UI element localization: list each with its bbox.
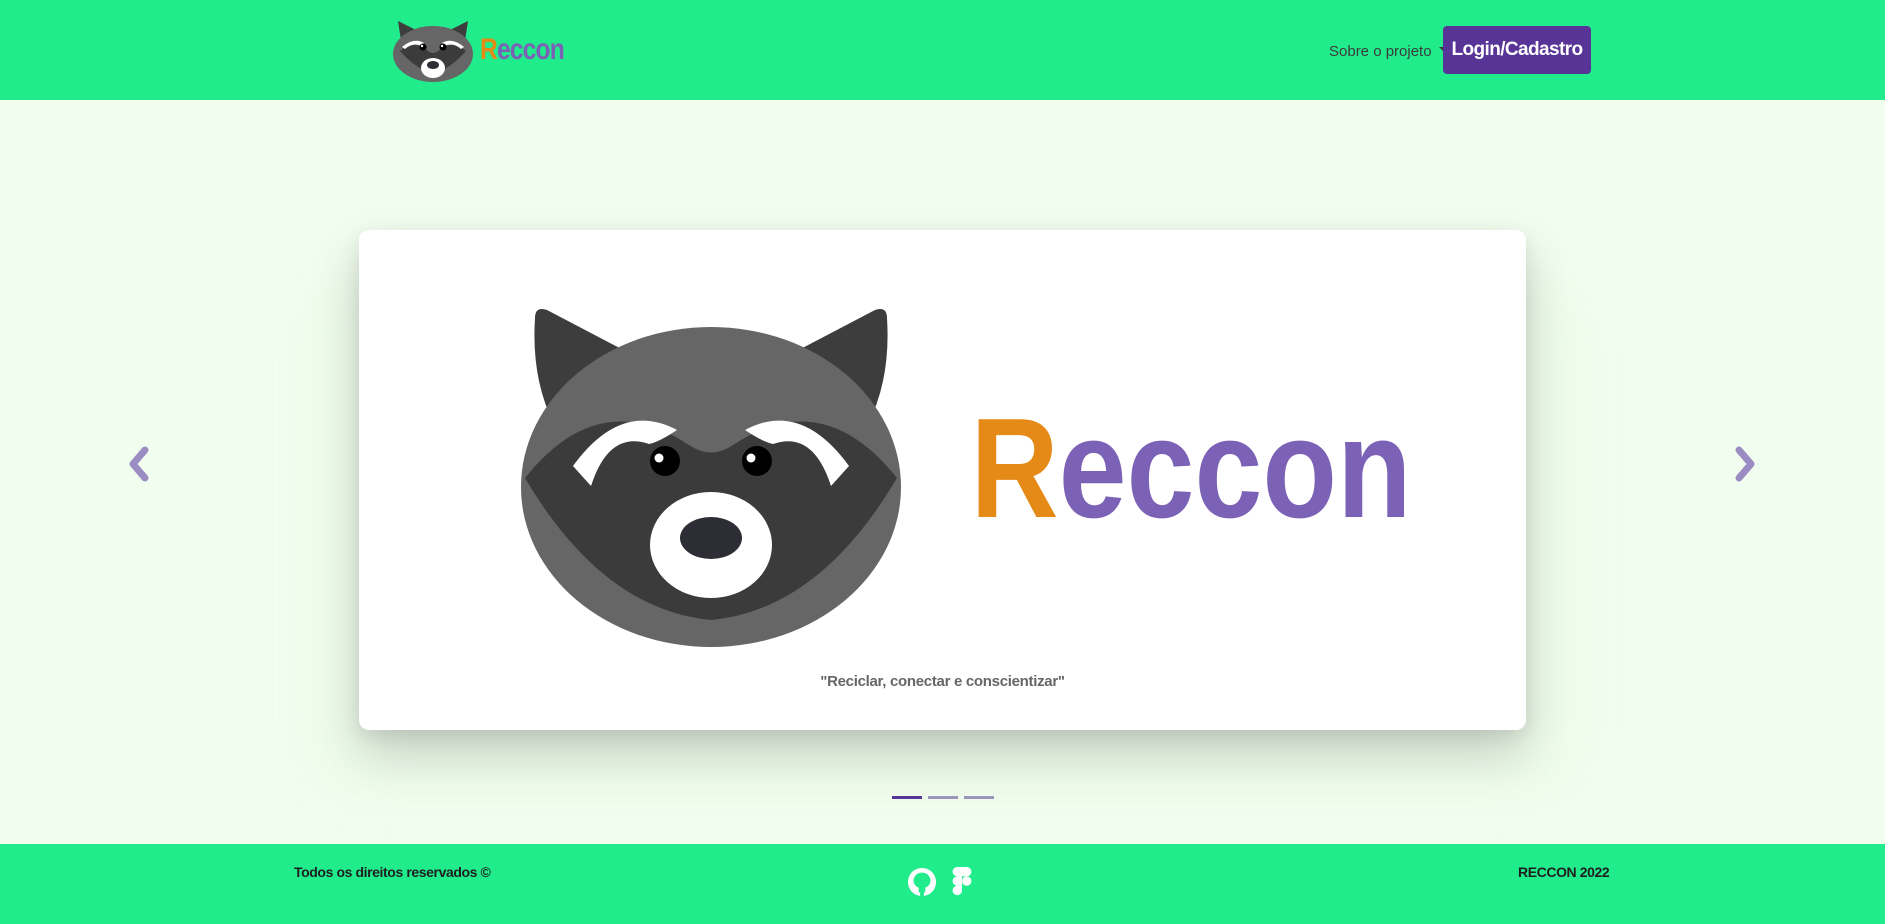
chevron-right-icon [1735,446,1755,482]
dropdown-label: Sobre o projeto [1329,42,1432,60]
carousel-prev-button[interactable] [120,442,160,486]
hero-carousel: Reccon "Reciclar, conectar e conscientiz… [0,100,1885,844]
eye-highlight [654,453,664,463]
raccoon-eye-right [742,446,772,476]
brand-link[interactable]: Reccon [392,17,582,83]
brand-wordmark: Reccon [480,33,565,67]
carousel-indicator-2[interactable] [928,796,958,799]
footer: Todos os direitos reservados © RECCON 20… [0,844,1885,924]
slide-wordmark-rest: eccon [1059,389,1412,548]
about-project-dropdown[interactable]: Sobre o projeto [1329,40,1449,62]
slide-wordmark: Reccon [970,389,1411,548]
figma-icon[interactable] [947,866,977,898]
raccoon-logo-icon [393,21,473,82]
brand-initial: R [480,33,498,66]
brand-name-rest: eccon [496,33,565,66]
footer-rights-text: Todos os direitos reservados © [294,864,491,880]
slide-caption: "Reciclar, conectar e conscientizar" [820,673,1065,690]
github-icon[interactable] [907,866,937,898]
raccoon-nose [680,517,742,559]
chevron-left-icon [129,446,149,482]
carousel-indicator-3[interactable] [964,796,994,799]
carousel-next-button[interactable] [1724,442,1764,486]
navbar: Reccon Sobre o projeto Login/Cadastro [0,0,1885,100]
raccoon-eye-left [650,446,680,476]
reccon-logo-image: Reccon [521,309,1412,647]
footer-copyright: RECCON 2022 [1518,864,1610,880]
carousel-indicators [892,796,994,802]
slide-wordmark-initial: R [970,389,1058,548]
carousel-slide: Reccon "Reciclar, conectar e conscientiz… [359,230,1526,730]
footer-social-links [907,866,977,898]
carousel-indicator-1[interactable] [892,796,922,799]
login-register-button[interactable]: Login/Cadastro [1443,26,1591,74]
eye-highlight [746,453,756,463]
